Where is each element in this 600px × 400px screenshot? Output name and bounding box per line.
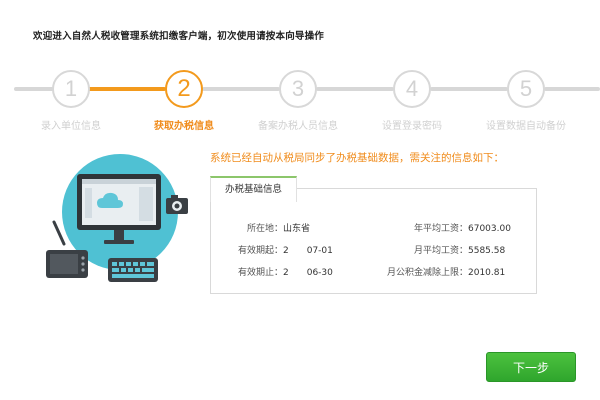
valid-to-field: 有效期止：2 06-30 <box>229 265 333 278</box>
valid-from-field: 有效期起：2 07-01 <box>229 243 333 256</box>
step-4-circle: 4 <box>393 70 431 108</box>
tax-info-panel: 办税基础信息 所在地：山东省 有效期起：2 07-01 有效期止：2 06-30… <box>210 176 537 294</box>
step-connector-left <box>14 87 54 91</box>
fund-cap-value: 2010.81 <box>468 268 506 278</box>
step-4-label: 设置登录密码 <box>382 121 442 132</box>
step-3-label: 备案办税人员信息 <box>258 121 338 132</box>
step-2-label: 获取办税信息 <box>154 121 214 132</box>
step-3-circle: 3 <box>279 70 317 108</box>
valid-to-value: 2 06-30 <box>283 268 333 278</box>
valid-to-label: 有效期止： <box>237 268 283 278</box>
step-5-circle: 5 <box>507 70 545 108</box>
tab-tax-basic-info[interactable]: 办税基础信息 <box>210 176 298 202</box>
page-title: 欢迎进入自然人税收管理系统扣缴客户端，初次使用请按本向导操作 <box>33 31 325 42</box>
step-connector-3-4 <box>316 87 394 91</box>
avg-salary-month-label: 月平均工资： <box>413 246 468 256</box>
location-field: 所在地：山东省 <box>229 221 310 234</box>
location-value: 山东省 <box>283 224 311 234</box>
graphics-tablet-icon <box>46 250 88 278</box>
keyboard-icon <box>108 258 158 282</box>
fund-cap-label: 月公积金减除上限： <box>386 268 468 278</box>
step-5-label: 设置数据自动备份 <box>486 121 566 132</box>
valid-from-value: 2 07-01 <box>283 246 333 256</box>
step-connector-2-3 <box>202 87 280 91</box>
step-connector-right <box>544 87 600 91</box>
valid-from-label: 有效期起： <box>237 246 283 256</box>
avg-salary-month-field: 月平均工资：5585.58 <box>376 243 505 256</box>
step-1-label: 录入单位信息 <box>41 121 101 132</box>
fund-cap-field: 月公积金减除上限：2010.81 <box>376 265 505 278</box>
next-step-button[interactable]: 下一步 <box>486 352 576 382</box>
avg-salary-year-field: 年平均工资：67003.00 <box>376 221 511 234</box>
avg-salary-year-label: 年平均工资： <box>413 224 468 234</box>
step-1-circle: 1 <box>52 70 90 108</box>
avg-salary-year-value: 67003.00 <box>468 224 511 234</box>
step-2-circle: 2 <box>165 70 203 108</box>
avg-salary-month-value: 5585.58 <box>468 246 506 256</box>
computer-illustration <box>46 154 188 282</box>
step-connector-4-5 <box>430 87 508 91</box>
stylus-pen-icon <box>52 220 66 246</box>
location-label: 所在地： <box>246 224 283 234</box>
step-connector-1-2 <box>88 87 166 91</box>
sync-notice: 系统已经自动从税局同步了办税基础数据，需关注的信息如下： <box>210 152 504 164</box>
